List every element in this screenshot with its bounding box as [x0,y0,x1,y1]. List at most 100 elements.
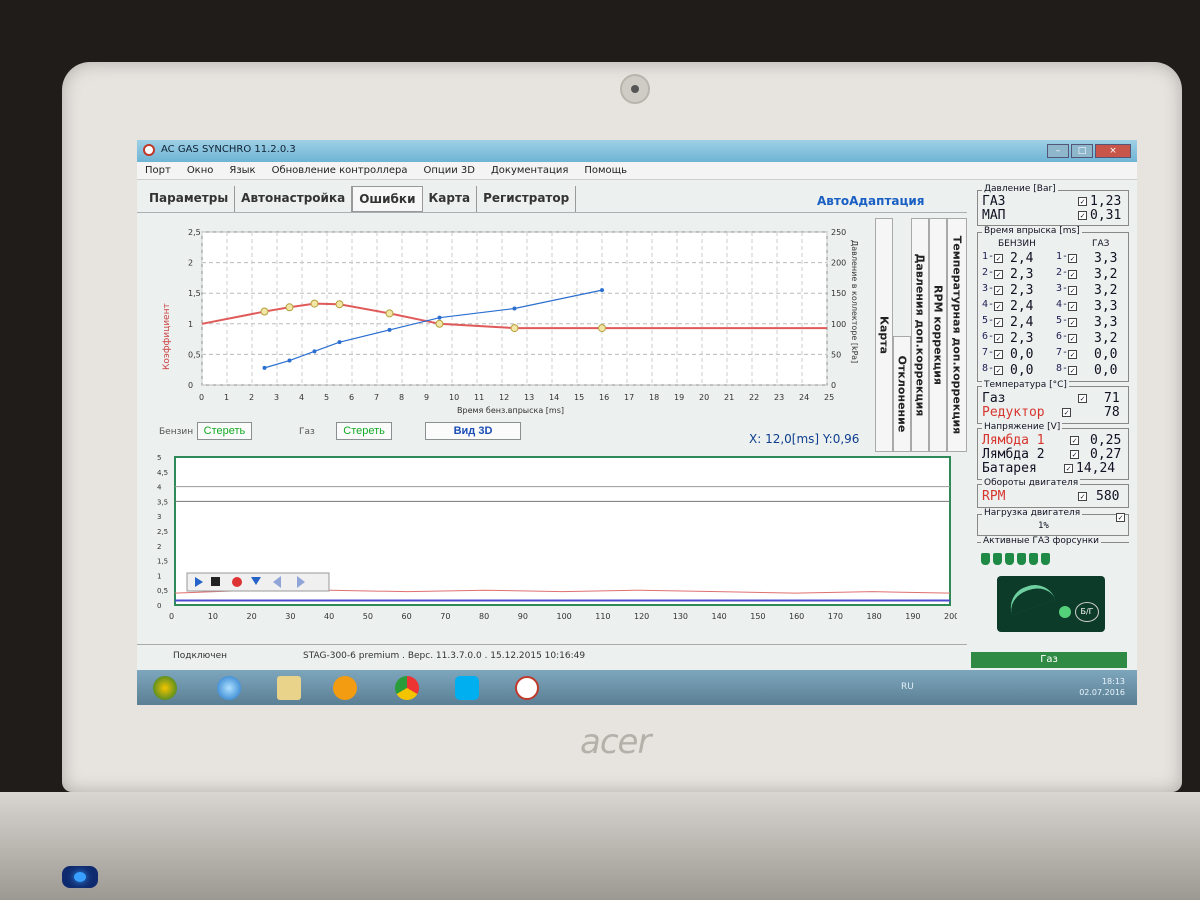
load-checkbox[interactable]: ✓ [1116,513,1125,522]
window-title: AC GAS SYNCHRO 11.2.0.3 [161,144,296,155]
gas-cylinder-checkbox[interactable]: ✓ [1068,254,1077,263]
curve-node[interactable] [285,303,294,312]
curve-node[interactable] [435,319,444,328]
lambda2-checkbox[interactable]: ✓ [1070,450,1079,459]
petrol-cylinder-checkbox[interactable]: ✓ [994,366,1003,375]
clear-petrol-button[interactable]: Стереть [196,422,253,440]
petrol-time-value: 0,0 [1010,363,1034,378]
menu-language[interactable]: Язык [221,162,263,179]
maximize-button[interactable]: □ [1071,144,1093,158]
menu-3d-options[interactable]: Опции 3D [416,162,483,179]
system-clock[interactable]: 18:13 02.07.2016 [1079,676,1125,698]
petrol-cylinder-checkbox[interactable]: ✓ [994,254,1003,263]
petrol-cylinder-checkbox[interactable]: ✓ [994,318,1003,327]
cylinder-number: 1- [982,251,995,262]
minimize-button[interactable]: – [1047,144,1069,158]
cylinder-number: 7- [1056,347,1069,358]
side-tab-temp-correction[interactable]: Температурная доп.коррекция [947,218,967,452]
side-tab-pressure-correction[interactable]: Давления доп.коррекция [911,218,929,452]
menu-window[interactable]: Окно [179,162,222,179]
injector-icon [1041,553,1050,565]
petrol-cylinder-checkbox[interactable]: ✓ [994,334,1003,343]
gas-temp-checkbox[interactable]: ✓ [1078,394,1087,403]
petrol-cylinder-checkbox[interactable]: ✓ [994,286,1003,295]
x-tick-label: 190 [905,612,920,621]
injection-row: 7- ✓ 0,0 7- ✓ 0,0 [980,347,1128,363]
side-tab-deviation[interactable]: Отклонение [893,336,911,452]
skype-icon[interactable] [455,676,479,700]
curve-node[interactable] [335,300,344,309]
curve-node[interactable] [260,307,269,316]
stop-icon[interactable] [211,577,220,586]
injection-row: 8- ✓ 0,0 8- ✓ 0,0 [980,363,1128,379]
gas-cylinder-checkbox[interactable]: ✓ [1068,334,1077,343]
curve-node[interactable] [510,324,519,333]
battery-label: Батарея [982,461,1037,476]
tab-autotune[interactable]: Автонастройка [235,186,353,212]
gas-pressure-checkbox[interactable]: ✓ [1078,197,1087,206]
load-group: Нагрузка двигателя 1% ✓ [977,508,1129,536]
petrol-cylinder-checkbox[interactable]: ✓ [994,270,1003,279]
y-tick-label: 4 [157,484,162,492]
internet-explorer-icon[interactable] [217,676,241,700]
y-tick-label: 5 [157,455,161,462]
cylinder-number: 3- [1056,283,1069,294]
oscilloscope-chart[interactable]: 5 4,5 4 3,5 3 2,5 2 1,5 1 0,5 0 0 10 20 30 40 50 60 70 80 9… [157,455,957,630]
x-tick-label: 7 [374,393,379,402]
folder-icon[interactable] [277,676,301,700]
side-tab-rpm-correction[interactable]: RPM коррекция [929,218,947,452]
gas-cylinder-checkbox[interactable]: ✓ [1068,270,1077,279]
curve-node[interactable] [385,309,394,318]
x-tick-label: 6 [349,393,354,402]
injection-row: 2- ✓ 2,3 2- ✓ 3,2 [980,267,1128,283]
map-pressure-checkbox[interactable]: ✓ [1078,211,1087,220]
cylinder-number: 5- [1056,315,1069,326]
menu-port[interactable]: Порт [137,162,179,179]
injection-row: 1- ✓ 2,4 1- ✓ 3,3 [980,251,1128,267]
reducer-temp-checkbox[interactable]: ✓ [1062,408,1071,417]
x-tick-label: 4 [299,393,304,402]
petrol-time-value: 0,0 [1010,347,1034,362]
tab-map[interactable]: Карта [423,186,478,212]
switch-button[interactable]: Б/Г [1075,602,1099,622]
map-chart[interactable]: Коэффициент 2,521,510,50 250200150100500… [147,220,867,420]
clear-gas-button[interactable]: Стереть [336,422,392,440]
curve-node[interactable] [310,299,319,308]
media-player-icon[interactable] [333,676,357,700]
reducer-temp-label: Редуктор [982,405,1045,420]
side-tab-map[interactable]: Карта [875,218,893,452]
language-indicator[interactable]: RU [901,682,914,692]
view-3d-button[interactable]: Вид 3D [425,422,521,440]
x-tick-label: 120 [634,612,649,621]
tab-parameters[interactable]: Параметры [143,186,236,212]
gas-cylinder-checkbox[interactable]: ✓ [1068,366,1077,375]
auto-adapt-link[interactable]: АвтоАдаптация [817,194,925,208]
petrol-cylinder-checkbox[interactable]: ✓ [994,350,1003,359]
gas-cylinder-checkbox[interactable]: ✓ [1068,286,1077,295]
gas-cylinder-checkbox[interactable]: ✓ [1068,302,1077,311]
lambda1-checkbox[interactable]: ✓ [1070,436,1079,445]
tab-recorder[interactable]: Регистратор [477,186,577,212]
rpm-checkbox[interactable]: ✓ [1078,492,1087,501]
y-tick-label: 0,5 [157,587,168,595]
petrol-time-value: 2,3 [1010,267,1034,282]
ac-synchro-icon[interactable] [515,676,539,700]
petrol-cylinder-checkbox[interactable]: ✓ [994,302,1003,311]
curve-node[interactable] [598,324,606,333]
tab-errors[interactable]: Ошибки [352,186,423,212]
taskbar: RU 18:13 02.07.2016 [137,670,1137,705]
gas-cylinder-checkbox[interactable]: ✓ [1068,350,1077,359]
gas-cylinder-checkbox[interactable]: ✓ [1068,318,1077,327]
start-button-icon[interactable] [153,676,177,700]
menu-update[interactable]: Обновление контроллера [264,162,416,179]
gas-pressure-label: ГАЗ [982,194,1006,209]
battery-checkbox[interactable]: ✓ [1064,464,1073,473]
record-icon[interactable] [232,577,242,587]
close-button[interactable]: × [1095,144,1131,158]
voltage-title: Напряжение [V] [982,422,1063,432]
menu-documentation[interactable]: Документация [483,162,576,179]
gas-time-value: 0,0 [1094,363,1118,378]
chrome-icon[interactable] [395,676,419,700]
menu-help[interactable]: Помощь [576,162,635,179]
cylinder-number: 2- [1056,267,1069,278]
